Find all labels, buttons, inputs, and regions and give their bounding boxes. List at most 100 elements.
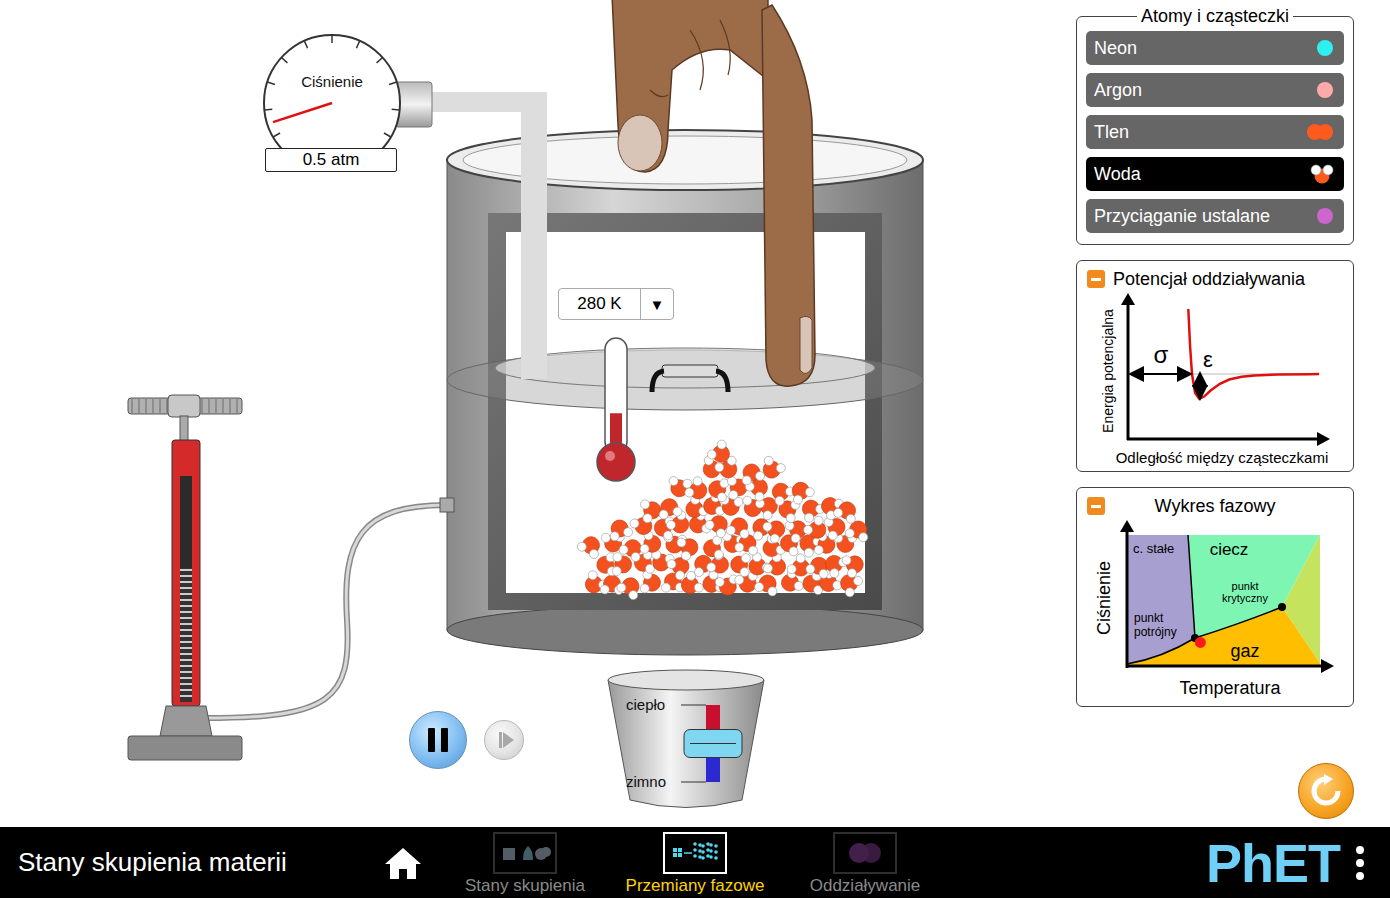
liquid-label: ciecz — [1210, 540, 1249, 559]
screen-tab-label: Przemiany fazowe — [626, 876, 765, 896]
gauge-needle — [273, 103, 332, 122]
water-molecule — [841, 550, 867, 579]
water-molecule — [738, 461, 766, 486]
thumb-dot — [709, 849, 713, 853]
solid-label: c. stałe — [1133, 541, 1174, 556]
pump-scale-mark — [180, 635, 192, 637]
sigma-arrow — [1132, 373, 1189, 375]
menu-dot-icon — [1356, 859, 1364, 867]
atom-option[interactable]: Woda — [1086, 157, 1344, 191]
bicycle-pump[interactable] — [128, 395, 242, 760]
menu-button[interactable] — [1354, 846, 1366, 880]
pump-hose-highlight — [205, 505, 447, 718]
y-axis — [1127, 303, 1130, 440]
water-molecule — [757, 455, 787, 483]
heater-slider-knob[interactable] — [684, 730, 742, 758]
play-pause-button[interactable] — [409, 711, 467, 769]
gauge-tick — [331, 35, 333, 43]
hose-port — [440, 498, 454, 512]
screen-tab[interactable]: Oddziaływanie — [780, 830, 950, 896]
atom-option-label: Woda — [1094, 164, 1141, 185]
atom-option[interactable]: Neon — [1086, 31, 1344, 65]
collapse-button[interactable] — [1087, 270, 1105, 288]
water-molecule — [702, 536, 724, 561]
epsilon-label: ε — [1203, 347, 1213, 372]
simulation-canvas: Ciśnienie0.5 atm280 K▼ciepłozimno — [0, 0, 1076, 827]
control-panels: Atomy i cząsteczkiNeonArgonTlenWodaPrzyc… — [1076, 0, 1390, 827]
thumb-dot — [693, 854, 697, 858]
hand[interactable] — [612, 0, 815, 386]
water-molecule — [606, 517, 634, 542]
critical-point-label: punktkrytyczny — [1222, 580, 1268, 604]
pump-scale-mark — [180, 689, 192, 691]
main-area: Ciśnienie0.5 atm280 K▼ciepłozimnoAtomy i… — [0, 0, 1390, 827]
collapse-button[interactable] — [1087, 497, 1105, 515]
gauge-tick — [389, 82, 397, 84]
y-axis — [1126, 530, 1129, 668]
pump-scale-mark — [180, 665, 192, 667]
atom-option[interactable]: Argon — [1086, 73, 1344, 107]
water-molecules — [576, 438, 872, 601]
menu-dot-icon — [1356, 846, 1364, 854]
container — [440, 130, 923, 655]
pump-rod — [180, 416, 188, 442]
potential-panel: Potencjał oddziaływania σ ε Energia potencj… — [1076, 260, 1354, 472]
atom-icon — [1316, 81, 1334, 99]
step-button[interactable] — [484, 720, 524, 760]
phet-logo: PhET — [1206, 836, 1340, 890]
pump-scale-mark — [180, 599, 192, 601]
atom-option[interactable]: Tlen — [1086, 115, 1344, 149]
water-molecule — [786, 477, 816, 505]
screen-tab[interactable]: Stany skupienia — [440, 830, 610, 896]
water-molecule — [762, 551, 791, 581]
melting-line — [1188, 535, 1195, 638]
atom-option[interactable]: Przyciąganie ustalane — [1086, 199, 1344, 233]
y-axis-label: Energia potencjalna — [1100, 309, 1116, 433]
interaction-thumbnail-icon — [837, 836, 893, 870]
thumb-dot — [693, 848, 697, 852]
oxygen-molecule-icon — [1306, 123, 1334, 141]
x-axis-arrow — [1317, 432, 1330, 446]
handle-ridge — [159, 399, 160, 413]
water-molecule — [683, 475, 712, 505]
gauge-tick — [273, 133, 280, 137]
app: Ciśnienie0.5 atm280 K▼ciepłozimnoAtomy i… — [0, 0, 1390, 898]
atom-option-label: Neon — [1094, 38, 1137, 59]
pump-scale-mark — [180, 641, 192, 643]
simulation-scene — [0, 0, 1076, 827]
screen-tab[interactable]: Przemiany fazowe — [610, 830, 780, 896]
reset-all-button[interactable] — [1298, 763, 1354, 819]
pump-scale-mark — [180, 611, 192, 613]
container-bottom — [447, 605, 923, 655]
home-button[interactable] — [383, 843, 423, 883]
thumb-dot — [709, 855, 713, 859]
pump-scale-mark — [180, 629, 192, 631]
water-molecule-icon — [1310, 163, 1334, 185]
thermometer-bulb — [597, 443, 635, 481]
thumb-dot — [701, 856, 705, 860]
phase-panel-title: Wykres fazowy — [1113, 496, 1343, 517]
heater-coil-icon — [652, 365, 728, 392]
heater-cooler — [608, 670, 764, 808]
pump-scale-mark — [180, 695, 192, 697]
potential-panel-title: Potencjał oddziaływania — [1113, 269, 1343, 290]
handle-ridge — [131, 399, 132, 413]
menu-dot-icon — [1356, 872, 1364, 880]
phase-panel: Wykres fazowyc. stałecieczgazpunktkrytyc… — [1076, 487, 1354, 707]
pump-scale-mark — [180, 569, 192, 571]
thumb-dot — [714, 844, 718, 848]
water-molecule — [761, 515, 789, 545]
handle-ridge — [145, 399, 146, 413]
atom-option-label: Argon — [1094, 80, 1142, 101]
temperature-dropdown[interactable]: 280 K▼ — [558, 288, 674, 320]
pump-scale-mark — [180, 617, 192, 619]
sigma-label: σ — [1154, 341, 1169, 368]
cold-label: zimno — [626, 773, 666, 790]
potential-panel-header: Potencjał oddziaływania — [1077, 261, 1353, 291]
pressure-reading: 0.5 atm — [265, 148, 397, 172]
water-molecule — [707, 476, 730, 502]
handle-ridge — [138, 399, 139, 413]
knob-grip — [690, 743, 736, 744]
y-axis-label: Ciśnienie — [1094, 561, 1114, 635]
pump-foot — [160, 706, 212, 736]
